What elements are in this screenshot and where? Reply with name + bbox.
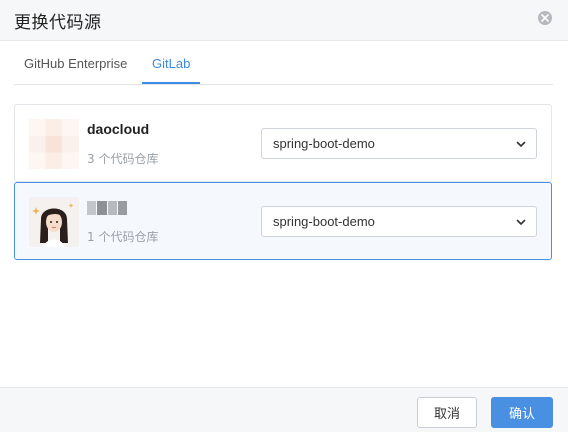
avatar [29,197,79,247]
source-tabs: GitHub Enterprise GitLab [14,42,553,85]
repo-select[interactable]: spring-boot-demo [261,128,537,159]
blur-block [107,201,117,215]
dialog-footer: 取消 确认 [0,387,568,432]
close-glyph [541,14,549,22]
account-row-daocloud[interactable]: daocloud 3 个代码仓库 spring-boot-demo [14,104,552,182]
repo-count: 3 个代码仓库 [87,152,159,166]
avatar-portrait [29,197,79,247]
dialog-title: 更换代码源 [14,13,102,33]
blur-block [117,201,127,215]
chevron-down-icon [516,219,526,225]
close-icon[interactable] [538,11,552,25]
dialog-header: 更换代码源 [0,0,568,41]
blur-block [97,201,107,215]
account-row-user[interactable]: 1 个代码仓库 spring-boot-demo [14,182,552,260]
active-tab-indicator [142,82,200,84]
blur-block [87,201,97,215]
repo-select[interactable]: spring-boot-demo [261,206,537,237]
blurred-account-name [87,201,127,215]
tab-gitlab[interactable]: GitLab [152,56,190,71]
tab-github-enterprise[interactable]: GitHub Enterprise [24,56,127,71]
repo-count: 1 个代码仓库 [87,230,159,244]
avatar [29,119,79,169]
account-name: daocloud [87,121,150,137]
repo-select-value: spring-boot-demo [273,214,375,229]
repo-select-value: spring-boot-demo [273,136,375,151]
confirm-button[interactable]: 确认 [491,397,553,428]
cancel-button[interactable]: 取消 [417,397,477,428]
chevron-down-icon [516,141,526,147]
